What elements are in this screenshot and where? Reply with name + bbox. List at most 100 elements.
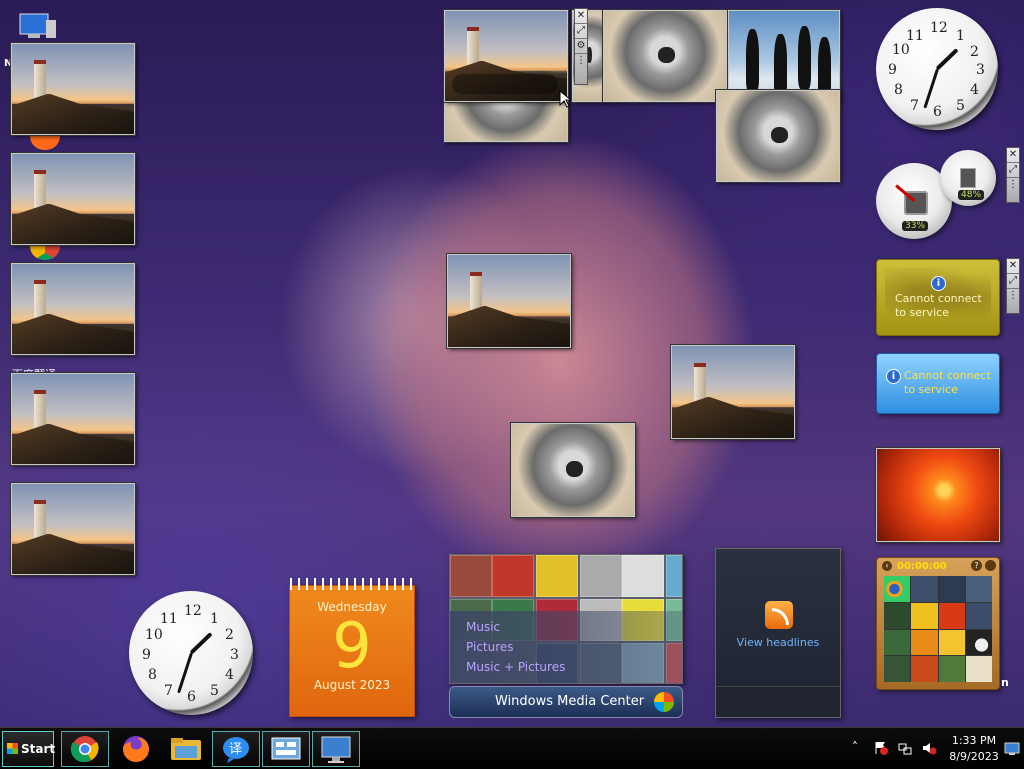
gadget-controls[interactable]: ✕ ⤢ ⋮ <box>1006 147 1020 203</box>
puzzle-grid[interactable] <box>884 576 992 682</box>
media-tile <box>536 555 578 597</box>
clock-number: 6 <box>187 689 196 705</box>
clock-number: 12 <box>930 20 948 36</box>
computer-icon[interactable] <box>16 12 58 42</box>
resize-icon[interactable]: ⤢ <box>1007 274 1019 289</box>
slideshow-toolbar[interactable] <box>452 74 558 94</box>
taskbar-app-firefox[interactable] <box>112 731 160 767</box>
slideshow-photo-koala[interactable] <box>603 10 727 102</box>
feed-headlines-gadget[interactable]: View headlines <box>715 548 841 718</box>
close-icon[interactable]: ✕ <box>575 9 587 24</box>
taskbar-app-file-explorer[interactable] <box>162 731 210 767</box>
slideshow-photo-lighthouse[interactable] <box>671 345 795 439</box>
taskbar-app-control-panel[interactable] <box>262 731 310 767</box>
close-icon[interactable]: ✕ <box>1007 148 1019 163</box>
puzzle-tile[interactable] <box>911 656 938 682</box>
puzzle-tile[interactable] <box>965 602 992 629</box>
picture-puzzle-gadget[interactable]: ‹ 00:00:00 ? <box>876 557 1000 690</box>
svg-text:译: 译 <box>229 742 242 757</box>
drag-handle-icon[interactable]: ⋮ <box>1007 289 1019 313</box>
media-item-music-pictures[interactable]: Music + Pictures <box>466 657 565 677</box>
clock-number: 2 <box>225 627 234 643</box>
desktop-icon-firefox-partial[interactable] <box>30 136 60 150</box>
slideshow-photo-lighthouse[interactable] <box>11 373 135 465</box>
resize-icon[interactable]: ⤢ <box>575 24 587 39</box>
help-icon[interactable]: ? <box>971 560 982 571</box>
clock-number: 7 <box>910 98 919 114</box>
slideshow-photo-lighthouse[interactable] <box>447 254 571 348</box>
puzzle-tile[interactable] <box>884 656 911 682</box>
puzzle-tile[interactable] <box>965 656 992 682</box>
gadget-controls[interactable]: ✕ ⤢ ⋮ <box>1006 258 1020 314</box>
monitor-icon <box>321 736 351 763</box>
puzzle-tile[interactable] <box>911 576 938 602</box>
taskbar-app-remote-desktop[interactable] <box>312 731 360 767</box>
slideshow-photo-lighthouse[interactable] <box>11 483 135 575</box>
action-center-icon[interactable] <box>874 740 888 755</box>
memory-gauge[interactable]: 48% <box>940 150 996 206</box>
clock-minute-hand <box>177 652 193 694</box>
puzzle-tile[interactable] <box>938 602 965 629</box>
currency-gadget[interactable]: i Cannot connect to service <box>876 259 1000 336</box>
puzzle-tile[interactable] <box>911 602 938 629</box>
clock-minute-hand <box>923 68 939 109</box>
gadget-controls[interactable]: ✕ ⤢ ⚙ ⋮ <box>574 8 588 85</box>
desktop-edge-label: n <box>1001 676 1009 689</box>
back-icon[interactable]: ‹ <box>882 561 892 571</box>
computer-icon-graphic <box>19 13 56 38</box>
puzzle-tile[interactable] <box>884 576 911 602</box>
calendar-gadget[interactable]: Wednesday 9 August 2023 <box>289 578 415 717</box>
clock-number: 11 <box>906 28 924 44</box>
analog-clock-top[interactable]: 12 1 2 3 4 5 6 7 8 9 10 11 <box>876 8 998 130</box>
wrench-icon[interactable]: ⚙ <box>575 39 587 54</box>
network-icon[interactable] <box>898 740 912 755</box>
puzzle-tile[interactable] <box>938 629 965 656</box>
puzzle-tile[interactable] <box>884 629 911 656</box>
taskbar: Start 译 ˄ 1:33 PM 8/9/2023 <box>0 727 1024 769</box>
drag-handle-icon[interactable]: ⋮ <box>575 54 587 84</box>
memory-chip-icon <box>960 168 976 188</box>
slideshow-photo-lighthouse[interactable] <box>11 43 135 135</box>
show-desktop-icon[interactable] <box>1004 741 1020 755</box>
memory-percent: 48% <box>958 190 985 200</box>
slideshow-photo-penguins[interactable] <box>728 10 840 102</box>
slideshow-photo-lighthouse[interactable] <box>11 263 135 355</box>
media-center-bar[interactable]: Windows Media Center <box>449 686 683 718</box>
calendar-rings <box>290 578 414 590</box>
start-button[interactable]: Start <box>2 731 55 767</box>
clock-number: 1 <box>210 611 219 627</box>
slideshow-photo-koala[interactable] <box>511 423 635 517</box>
media-tile <box>580 555 622 597</box>
slideshow-photo-flower[interactable] <box>876 448 1000 542</box>
puzzle-tile[interactable] <box>965 576 992 602</box>
media-item-pictures[interactable]: Pictures <box>466 637 565 657</box>
media-center-gadget[interactable]: Music Pictures Music + Pictures <box>449 554 683 684</box>
reset-icon[interactable] <box>985 560 996 571</box>
show-hidden-icons-button[interactable]: ˄ <box>852 740 866 754</box>
clock-number: 10 <box>892 42 910 58</box>
slideshow-photo-lighthouse[interactable] <box>11 153 135 245</box>
view-headlines-link[interactable]: View headlines <box>716 636 840 649</box>
close-icon[interactable]: ✕ <box>1007 259 1019 274</box>
taskbar-app-chrome[interactable] <box>61 731 109 767</box>
volume-muted-icon[interactable] <box>922 740 937 755</box>
info-icon: i <box>931 276 946 291</box>
puzzle-tile[interactable] <box>965 629 992 656</box>
tray-clock[interactable]: 1:33 PM 8/9/2023 <box>946 733 1002 765</box>
info-icon: i <box>886 369 901 384</box>
puzzle-tile[interactable] <box>884 602 911 629</box>
desktop-icon-chrome-partial[interactable] <box>30 246 60 260</box>
drag-handle-icon[interactable]: ⋮ <box>1007 178 1019 202</box>
puzzle-timer: 00:00:00 <box>897 561 947 572</box>
puzzle-tile[interactable] <box>911 629 938 656</box>
puzzle-tile[interactable] <box>938 576 965 602</box>
taskbar-app-baidu-translate[interactable]: 译 <box>212 731 260 767</box>
media-item-music[interactable]: Music <box>466 617 565 637</box>
puzzle-tile[interactable] <box>938 656 965 682</box>
slideshow-photo-koala[interactable] <box>716 90 840 182</box>
analog-clock-bottom[interactable]: 12 1 2 3 4 5 6 7 8 9 10 11 <box>129 591 253 715</box>
clock-number: 9 <box>142 647 151 663</box>
clock-number: 4 <box>970 82 979 98</box>
resize-icon[interactable]: ⤢ <box>1007 163 1019 178</box>
weather-gadget[interactable]: i Cannot connect to service <box>876 353 1000 414</box>
